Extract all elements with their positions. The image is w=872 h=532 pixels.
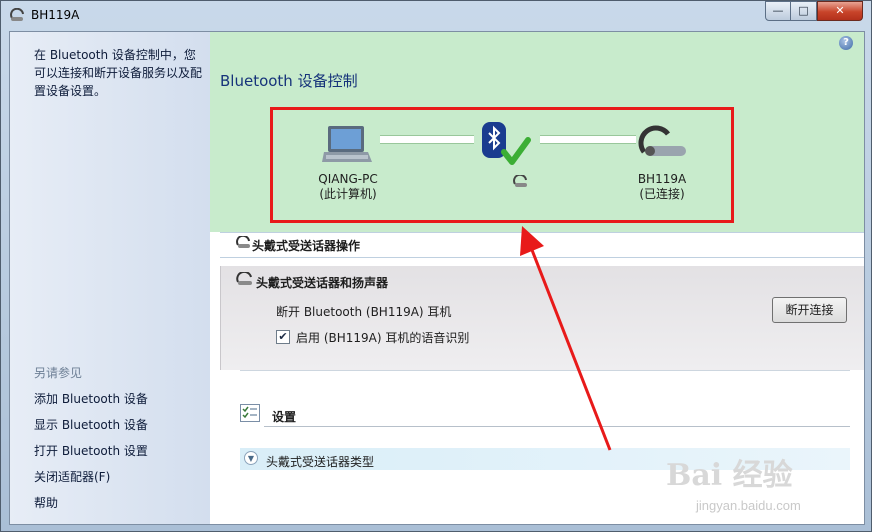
window-title: BH119A [31,8,80,22]
minimize-button[interactable]: — [765,1,791,21]
headset-speaker-icon [236,272,252,285]
client-area: 在 Bluetooth 设备控制中，您可以连接和断开设备服务以及配置设备设置。 … [9,31,865,525]
disconnect-button[interactable]: 断开连接 [772,297,847,323]
watermark-logo: Bai 经验 [666,458,793,493]
show-bluetooth-devices-link[interactable]: 显示 Bluetooth 设备 [34,416,148,433]
help-link[interactable]: 帮助 [34,494,58,511]
headset-type-label[interactable]: 头戴式受送话器类型 [266,453,374,470]
help-icon[interactable]: ? [839,36,853,50]
main-content: ? Bluetooth 设备控制 QIANG-PC (此计算机) BH119A … [210,32,864,524]
maximize-button[interactable]: □ [790,1,817,21]
annotation-arrow [520,226,612,451]
title-bar[interactable]: BH119A — □ ✕ [1,1,871,31]
open-bluetooth-settings-link[interactable]: 打开 Bluetooth 设置 [34,442,148,459]
task-pane-description: 在 Bluetooth 设备控制中，您可以连接和断开设备服务以及配置设备设置。 [34,48,203,98]
headset-speaker-title: 头戴式受送话器和扬声器 [256,276,389,290]
headset-icon [236,236,250,248]
settings-list-icon [240,404,260,422]
close-button[interactable]: ✕ [817,1,863,21]
see-also-heading: 另请参见 [34,366,83,380]
page-title: Bluetooth 设备控制 [220,72,358,90]
settings-title: 设置 [272,410,297,424]
chevron-down-icon[interactable]: ▼ [244,451,258,465]
task-pane: 在 Bluetooth 设备控制中，您可以连接和断开设备服务以及配置设备设置。 … [10,32,210,524]
headset-operations-title: 头戴式受送话器操作 [252,239,361,253]
add-bluetooth-device-link[interactable]: 添加 Bluetooth 设备 [34,390,148,407]
watermark-url: jingyan.baidu.com [696,498,801,513]
voice-recognition-label[interactable]: 启用 (BH119A) 耳机的语音识别 [296,329,469,346]
voice-recognition-checkbox[interactable]: ✔ [276,330,290,344]
disconnect-text: 断开 Bluetooth (BH119A) 耳机 [276,305,452,319]
headset-icon [10,8,24,21]
turn-off-adapter-link[interactable]: 关闭适配器(F) [34,468,110,485]
highlight-box [270,107,734,223]
window: BH119A — □ ✕ 在 Bluetooth 设备控制中，您可以连接和断开设… [0,0,872,532]
